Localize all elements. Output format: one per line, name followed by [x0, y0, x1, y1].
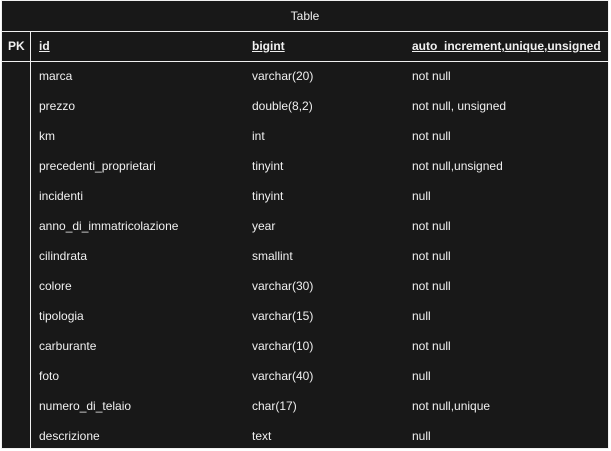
field-constraints: not null,unsigned: [412, 159, 503, 173]
entity-table[interactable]: Table PK id bigint auto_increment,unique…: [1, 0, 609, 449]
field-type: varchar(40): [252, 369, 314, 383]
field-constraints: not null, unsigned: [412, 99, 507, 113]
field-constraints: not null: [412, 279, 451, 293]
field-rows: marca varchar(20) not null prezzo double(8,2…: [2, 61, 608, 451]
field-name: prezzo: [39, 99, 76, 113]
field-constraints: not null: [412, 129, 451, 143]
table-row[interactable]: incidenti tinyint null: [2, 181, 608, 211]
table-row[interactable]: carburante varchar(10) not null: [2, 331, 608, 361]
field-constraints: not null: [412, 69, 451, 83]
field-name: carburante: [39, 339, 97, 353]
field-type: char(17): [252, 399, 297, 413]
pk-column-name: id: [39, 39, 50, 53]
field-type: varchar(15): [252, 309, 314, 323]
primary-key-row: PK id bigint auto_increment,unique,unsig…: [2, 31, 608, 61]
table-row[interactable]: colore varchar(30) not null: [2, 271, 608, 301]
field-constraints: not null: [412, 219, 451, 233]
field-type: text: [252, 429, 272, 443]
field-type: tinyint: [252, 189, 284, 203]
field-name: colore: [39, 279, 72, 293]
table-row[interactable]: precedenti_proprietari tinyint not null,un…: [2, 151, 608, 181]
table-row[interactable]: foto varchar(40) null: [2, 361, 608, 391]
pk-column-constraints: auto_increment,unique,unsigned: [412, 39, 601, 53]
table-row[interactable]: marca varchar(20) not null: [2, 61, 608, 91]
field-constraints: null: [412, 369, 431, 383]
field-constraints: null: [412, 309, 431, 323]
field-constraints: not null: [412, 249, 451, 263]
table-row[interactable]: tipologia varchar(15) null: [2, 301, 608, 331]
field-name: anno_di_immatricolazione: [39, 219, 179, 233]
field-name: marca: [39, 69, 73, 83]
field-name: km: [39, 129, 55, 143]
field-constraints: not null,unique: [412, 399, 491, 413]
field-constraints: not null: [412, 339, 451, 353]
table-row[interactable]: cilindrata smallint not null: [2, 241, 608, 271]
field-type: tinyint: [252, 159, 284, 173]
pk-label: PK: [8, 39, 25, 53]
table-row[interactable]: km int not null: [2, 121, 608, 151]
field-name: cilindrata: [39, 249, 88, 263]
table-row[interactable]: anno_di_immatricolazione year not null: [2, 211, 608, 241]
field-type: int: [252, 129, 265, 143]
table-row[interactable]: prezzo double(8,2) not null, unsigned: [2, 91, 608, 121]
table-row[interactable]: numero_di_telaio char(17) not null,unique: [2, 391, 608, 421]
field-name: tipologia: [39, 309, 84, 323]
pk-column-type: bigint: [252, 39, 285, 53]
field-name: foto: [39, 369, 60, 383]
field-constraints: null: [412, 189, 431, 203]
field-name: incidenti: [39, 189, 84, 203]
field-name: precedenti_proprietari: [39, 159, 156, 173]
field-type: year: [252, 219, 276, 233]
field-name: descrizione: [39, 429, 100, 443]
field-type: varchar(30): [252, 279, 314, 293]
field-type: double(8,2): [252, 99, 313, 113]
field-type: smallint: [252, 249, 293, 263]
table-title: Table: [290, 9, 320, 23]
field-name: numero_di_telaio: [39, 399, 132, 413]
field-type: varchar(20): [252, 69, 314, 83]
table-row[interactable]: descrizione text null: [2, 421, 608, 451]
field-constraints: null: [412, 429, 431, 443]
field-type: varchar(10): [252, 339, 314, 353]
